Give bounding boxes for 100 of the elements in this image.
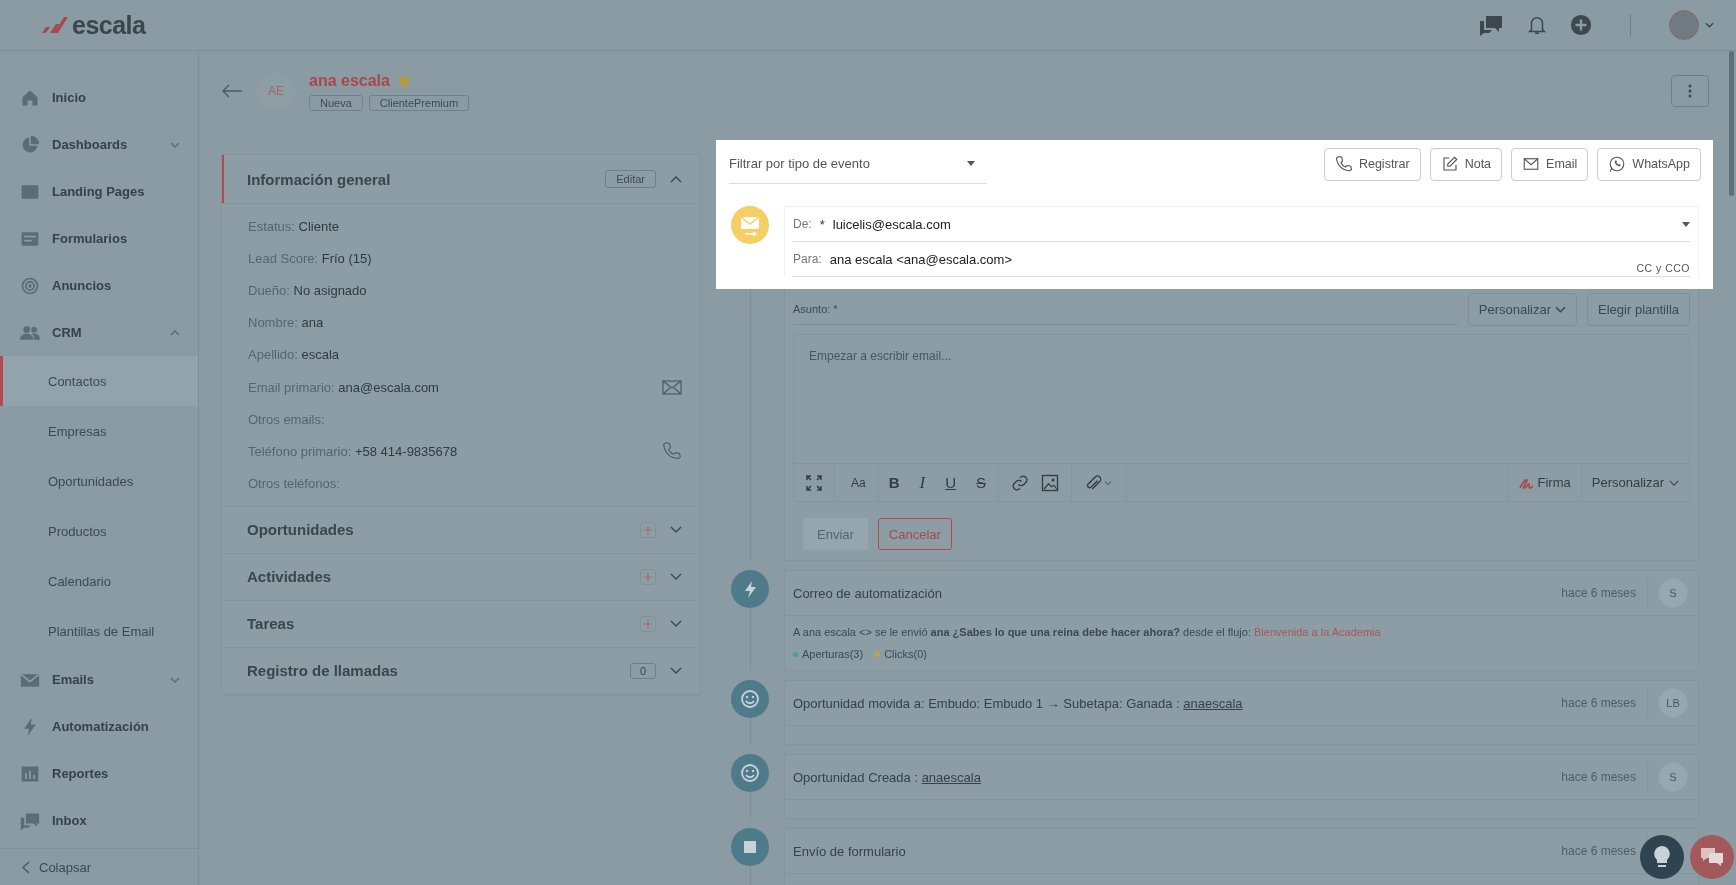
format-button[interactable]: B — [878, 464, 910, 501]
field-text: Dueño: No asignado — [248, 282, 367, 298]
chevron-down-icon[interactable] — [670, 667, 682, 675]
star-icon[interactable] — [395, 73, 412, 88]
sidebar-item[interactable]: Emails — [0, 656, 198, 703]
format-button[interactable]: S — [966, 464, 1000, 501]
mail-icon[interactable] — [662, 379, 682, 395]
chevron-down-icon[interactable] — [1705, 22, 1714, 28]
sidebar-subitem[interactable]: Productos — [0, 506, 198, 556]
action-button[interactable]: Nota — [1429, 147, 1503, 181]
sidebar-subitem[interactable]: Empresas — [0, 406, 198, 456]
dropdown-caret-icon — [967, 161, 975, 166]
event-title: Envío de formulario — [793, 843, 907, 859]
lightning-icon — [731, 570, 769, 608]
sidebar-item[interactable]: Reportes — [0, 750, 198, 797]
sidebar-item[interactable]: Anuncios — [0, 262, 198, 309]
image-icon[interactable] — [1041, 473, 1060, 492]
collapse-button[interactable]: Colapsar — [0, 848, 198, 885]
add-circle-icon[interactable] — [1570, 14, 1592, 36]
edit-note-icon — [1440, 155, 1459, 173]
contact-tag: ClientePremium — [368, 94, 470, 111]
sidebar-item[interactable]: CRM — [0, 309, 198, 356]
chevron-down-icon[interactable] — [670, 620, 682, 628]
event-title: Oportunidad movida a: Embudo: Embudo 1 → Subetapa: Ganada : anaescala — [793, 695, 1244, 711]
from-field[interactable]: De: * luicelis@escala.com — [793, 207, 1690, 242]
section-title: Registro de llamadas — [247, 662, 399, 680]
edit-button[interactable]: Editar — [605, 170, 656, 188]
format-button[interactable]: I — [909, 464, 936, 501]
contact-link[interactable]: anaescala — [921, 769, 981, 785]
document-icon — [731, 828, 769, 866]
contact-tag: Nueva — [309, 94, 363, 111]
chevron-up-icon[interactable] — [670, 175, 682, 183]
event-title: Oportunidad Creada : anaescala — [793, 769, 982, 785]
smiley-icon — [731, 754, 769, 792]
contact-avatar: AE — [257, 72, 295, 110]
field-text: Email primario: ana@escala.com — [248, 379, 439, 395]
chat-bubbles-icon[interactable] — [1478, 13, 1504, 37]
phone-icon — [1334, 155, 1353, 173]
logo-bars-icon — [40, 15, 70, 35]
phone-icon[interactable] — [662, 441, 682, 462]
sidebar-subitem[interactable]: Oportunidades — [0, 456, 198, 506]
stat-label: Aperturas(3) — [802, 648, 864, 660]
action-button[interactable]: Registrar — [1323, 147, 1421, 181]
chevron-down-icon[interactable] — [670, 526, 682, 534]
event-time: hace 6 meses — [1561, 578, 1648, 608]
sidebar-subitem[interactable]: Calendario — [0, 556, 198, 606]
mail-icon — [1522, 155, 1541, 173]
smiley-icon — [731, 680, 769, 718]
section-title: Información general — [247, 170, 392, 188]
cc-bcc-link[interactable]: CC y CCO — [1636, 262, 1690, 276]
sidebar-subitem[interactable]: Contactos — [0, 356, 198, 406]
chevron-up-icon[interactable] — [170, 329, 180, 336]
subject-field[interactable]: Asunto: * — [793, 294, 1458, 325]
field-text: Teléfono primario: +58 414-9835678 — [248, 443, 458, 459]
sidebar-item[interactable]: Inbox — [0, 797, 198, 844]
signature-button[interactable]: Firma — [1506, 464, 1582, 501]
brand-name: escala — [72, 10, 146, 40]
chevron-down-icon — [1555, 306, 1567, 313]
event-description: A ana escala <> se le envió ana ¿Sabes lo que una reina debe hacer ahora? desde el flujo: Bienvenida a la Academia — [793, 626, 1382, 638]
back-arrow-icon[interactable] — [221, 84, 243, 98]
action-button[interactable]: Email — [1511, 147, 1589, 181]
event-time: hace 6 meses — [1561, 688, 1648, 718]
personalize-menu[interactable]: Personalizar — [1581, 475, 1689, 490]
sidebar-item[interactable]: Inicio — [0, 74, 198, 121]
chevron-left-icon — [22, 860, 30, 874]
sidebar-subitem[interactable]: Plantillas de Email — [0, 606, 198, 656]
envelope-out-icon — [731, 206, 769, 244]
chevron-down-icon[interactable] — [670, 573, 682, 581]
field-text: Otros emails: — [248, 411, 325, 427]
format-button[interactable]: U — [935, 464, 967, 501]
contact-link[interactable]: anaescala — [1183, 695, 1243, 711]
field-text: Apellido: escala — [248, 347, 340, 363]
whatsapp-icon — [1608, 155, 1627, 173]
fullscreen-icon[interactable] — [806, 474, 822, 491]
personalize-button[interactable]: Personalizar — [1467, 293, 1578, 326]
format-button[interactable]: Aa — [835, 464, 879, 501]
user-initials-avatar: S — [1658, 762, 1688, 792]
user-initials-avatar: S — [1658, 578, 1688, 608]
chevron-down-icon[interactable] — [170, 141, 180, 148]
choose-template-button[interactable]: Elegir plantilla — [1587, 293, 1690, 326]
to-field[interactable]: Para: ana escala <ana@escala.com> CC y CCO — [793, 242, 1690, 277]
sidebar-item[interactable]: Automatización — [0, 703, 198, 750]
cancel-button[interactable]: Cancelar — [877, 518, 952, 550]
count-badge: 0 — [629, 662, 656, 679]
contact-name: ana escala — [309, 71, 390, 90]
lightbulb-icon — [1653, 845, 1671, 869]
field-text: Nombre: ana — [248, 315, 324, 331]
event-time: hace 6 meses — [1561, 762, 1648, 792]
chevron-down-icon[interactable] — [170, 676, 180, 683]
flow-link[interactable]: Bienvenida a la Academia — [1254, 626, 1381, 638]
action-button[interactable]: WhatsApp — [1597, 147, 1701, 181]
event-title: Correo de automatización — [793, 585, 943, 601]
sidebar-item[interactable]: Landing Pages — [0, 168, 198, 215]
section-title: Tareas — [247, 615, 296, 633]
link-icon[interactable] — [1011, 473, 1030, 492]
sidebar-item[interactable]: Dashboards — [0, 121, 198, 168]
event-type-filter[interactable]: Filtrar por tipo de evento — [729, 144, 987, 184]
sidebar-item[interactable]: Formularios — [0, 215, 198, 262]
email-body-field[interactable]: Empezar a escribir email... Aa B I U S Firma Personalizar — [793, 334, 1690, 502]
more-vertical-icon — [1688, 84, 1692, 98]
